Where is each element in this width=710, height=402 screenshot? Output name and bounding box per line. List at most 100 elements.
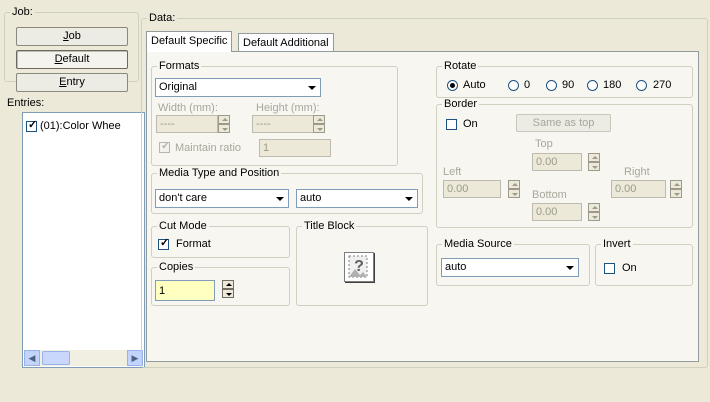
data-group-legend: Data: [149,12,176,24]
border-on-checkbox[interactable] [446,119,457,130]
media-source-value: auto [445,261,467,273]
invert-legend: Invert [603,238,631,250]
entry-checkbox[interactable]: ✓ [26,120,38,132]
height-field[interactable]: ---- [252,115,314,133]
right-field[interactable]: 0.00 [611,180,666,198]
scroll-thumb[interactable] [42,351,70,365]
job-group-legend: Job: [12,6,33,18]
tab-default-additional[interactable]: Default Additional [238,33,334,52]
chevron-down-icon [401,191,416,206]
rotate-180-label: 180 [603,79,622,91]
rotate-auto-label: Auto [463,79,486,91]
right-stepper[interactable] [670,180,682,198]
entry-button[interactable]: Entry [16,73,128,92]
top-value: 0.00 [536,156,558,168]
media-type-value: don't care [159,192,207,204]
maintain-ratio-label: Maintain ratio [175,142,242,154]
height-value: ---- [256,118,271,130]
top-label: Top [535,138,553,150]
bottom-value: 0.00 [536,206,558,218]
left-label: Left [443,166,462,178]
default-button-label: Default [54,53,90,65]
border-on-label: On [463,118,478,130]
rotate-180-radio[interactable] [587,80,598,91]
format-select-value: Original [159,81,197,93]
svg-text:?: ? [354,258,364,275]
title-block-button[interactable]: ? [344,252,374,282]
border-legend: Border [444,98,478,110]
entry-label: (01):Color Whee [40,120,121,132]
chevron-down-icon [562,260,577,275]
copies-stepper[interactable] [222,280,234,298]
media-position-value: auto [300,192,322,204]
rotate-legend: Rotate [444,60,477,72]
format-checkbox-label: Format [176,238,211,250]
left-field[interactable]: 0.00 [443,180,501,198]
horizontal-scrollbar[interactable]: ◀ ▶ [24,350,143,366]
bottom-label: Bottom [532,189,567,201]
right-label: Right [624,166,650,178]
width-label: Width (mm): [158,102,218,114]
media-type-select[interactable]: don't care [155,189,289,208]
width-value: ---- [160,118,175,130]
chevron-down-icon [272,191,287,206]
invert-group: Invert [595,238,693,286]
job-button[interactable]: Job [16,27,128,46]
radio-dot [450,83,455,88]
format-checkbox[interactable]: ✓ [158,237,170,250]
rotate-90-label: 90 [562,79,575,91]
ratio-field[interactable]: 1 [259,139,331,157]
entries-label: Entries: [7,97,45,109]
media-source-legend: Media Source [444,238,512,250]
rotate-270-radio[interactable] [636,80,647,91]
rotate-auto-radio[interactable] [447,80,458,91]
format-select[interactable]: Original [155,78,321,97]
media-type-legend: Media Type and Position [159,167,280,179]
left-value: 0.00 [447,183,469,195]
height-stepper[interactable] [313,115,325,133]
tab-default-additional-label: Default Additional [243,37,329,49]
maintain-ratio-checkbox[interactable]: ✓ [159,140,171,153]
top-field[interactable]: 0.00 [532,153,582,171]
copies-value: 1 [159,285,166,297]
invert-on-checkbox[interactable] [604,263,615,274]
title-block-legend: Title Block [304,220,355,232]
entry-button-label: Entry [59,76,85,88]
media-source-select[interactable]: auto [441,258,579,277]
copies-legend: Copies [159,261,194,273]
same-as-top-button[interactable]: Same as top [516,114,611,132]
right-value: 0.00 [615,183,637,195]
check-icon: ✓ [161,140,171,152]
formats-legend: Formats [159,60,200,72]
width-field[interactable]: ---- [156,115,218,133]
rotate-0-radio[interactable] [508,80,519,91]
rotate-270-label: 270 [653,79,672,91]
entries-list[interactable]: ✓ (01):Color Whee ◀ ▶ [22,112,145,368]
check-icon: ✓ [160,237,170,249]
tab-default-specific-label: Default Specific [151,35,228,47]
height-label: Height (mm): [256,102,320,114]
ratio-value: 1 [263,142,270,154]
width-stepper[interactable] [218,115,230,133]
missing-image-question-icon: ? [348,255,368,278]
tab-default-specific[interactable]: Default Specific [146,31,233,52]
bottom-stepper[interactable] [588,203,600,221]
rotate-0-label: 0 [524,79,531,91]
job-button-label: Job [63,30,81,42]
check-icon: ✓ [28,120,38,131]
scroll-left-icon[interactable]: ◀ [24,350,40,366]
chevron-down-icon [304,80,319,95]
default-button[interactable]: Default [16,50,128,69]
invert-on-label: On [622,262,637,274]
copies-field[interactable]: 1 [155,280,215,301]
top-stepper[interactable] [588,153,600,171]
bottom-field[interactable]: 0.00 [532,203,582,221]
rotate-90-radio[interactable] [546,80,557,91]
media-position-select[interactable]: auto [296,189,418,208]
dialog-body: { "job_group": { "legend": "Job:", "job_… [0,0,710,402]
list-item[interactable]: ✓ (01):Color Whee [26,120,142,134]
left-stepper[interactable] [508,180,520,198]
cut-mode-group: Cut Mode [151,220,290,258]
same-as-top-label: Same as top [532,117,595,129]
cut-mode-legend: Cut Mode [159,220,207,232]
